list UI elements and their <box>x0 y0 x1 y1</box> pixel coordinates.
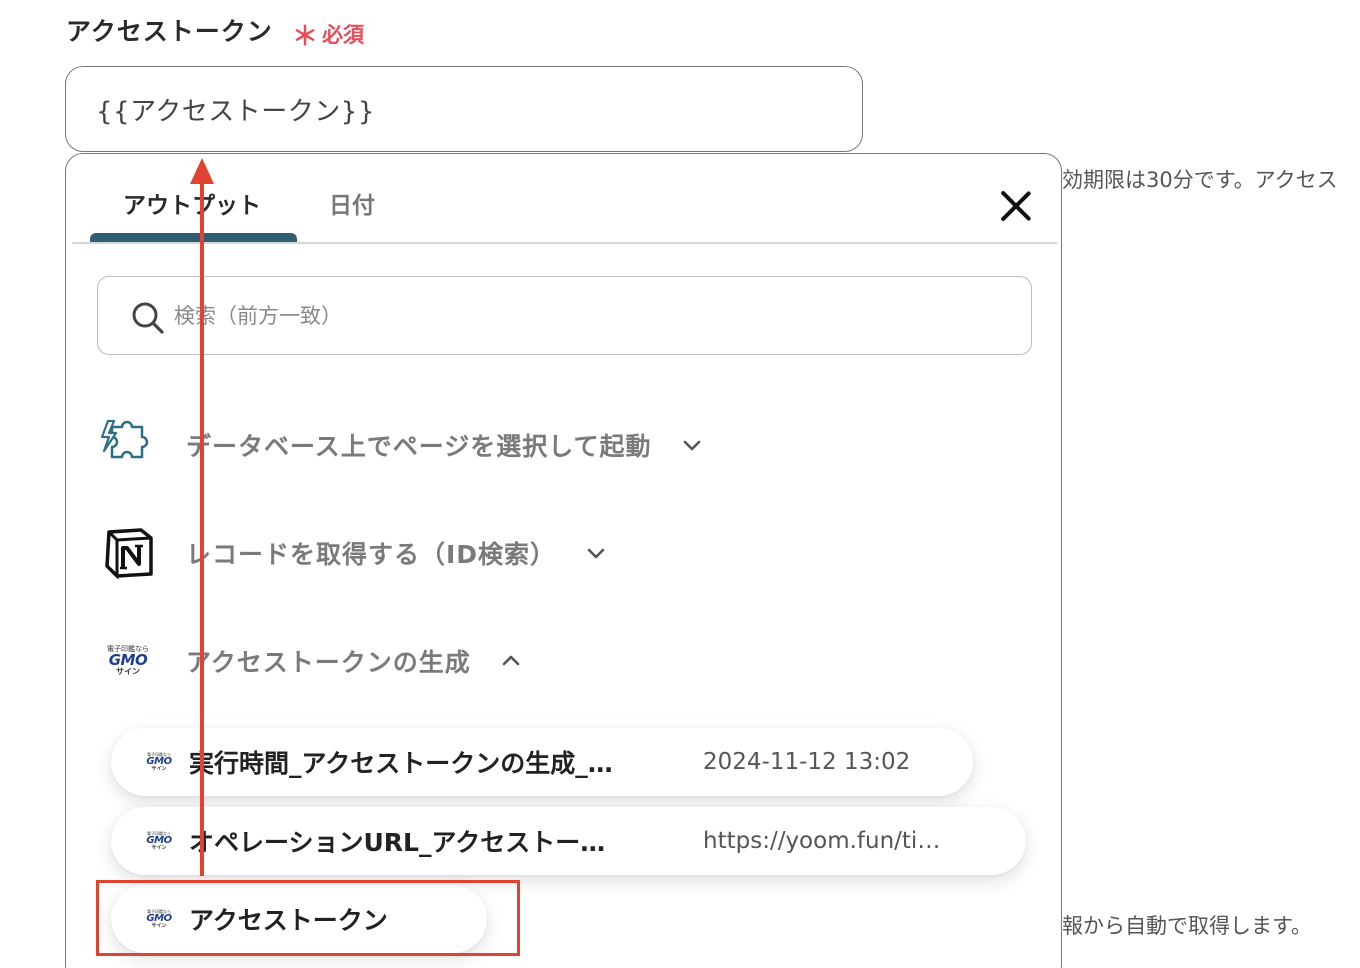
annotation-highlight-box <box>96 880 520 956</box>
field-label: アクセストークン <box>66 17 273 46</box>
gmo-sign-logo-icon: 電子印鑑なら GMO サイン <box>146 830 172 851</box>
tab-date[interactable]: 日付 <box>329 186 375 220</box>
group-generate-token[interactable]: 電子印鑑なら GMO サイン アクセストークンの生成 <box>96 629 523 693</box>
group-get-record[interactable]: レコードを取得する（ID検索） <box>96 521 608 585</box>
close-icon[interactable] <box>994 184 1038 228</box>
chevron-up-icon <box>502 655 520 666</box>
required-asterisk: ＊ <box>292 22 319 52</box>
access-token-input[interactable]: {{アクセストークン}} <box>65 66 863 152</box>
active-tab-indicator <box>90 233 297 242</box>
group-title: データベース上でページを選択して起動 <box>186 432 652 461</box>
tab-output[interactable]: アウトプット <box>123 186 261 220</box>
chevron-down-icon <box>683 440 700 451</box>
gmo-sign-logo-icon: 電子印鑑なら GMO サイン <box>146 751 172 772</box>
help-text-expiry: 効期限は30分です。アクセス <box>1062 168 1338 192</box>
item-value: https://yoom.fun/ti… <box>703 828 941 854</box>
item-value: 2024-11-12 13:02 <box>703 749 911 775</box>
annotation-arrow-shaft <box>200 180 204 876</box>
required-indicator: ＊必須 <box>292 16 364 53</box>
annotation-arrow-head <box>190 158 214 184</box>
chevron-down-icon <box>587 548 605 559</box>
help-text-auto: 報から自動で取得します。 <box>1062 914 1312 938</box>
search-input[interactable] <box>174 295 994 337</box>
output-item-operation-url[interactable]: 電子印鑑なら GMO サイン オペレーションURL_アクセストー… https://… <box>111 807 1026 875</box>
output-item-exec-time[interactable]: 電子印鑑なら GMO サイン 実行時間_アクセストークンの生成_… 2024-11-… <box>111 728 973 796</box>
output-picker-popover: アウトプット 日付 データベース上でページを選択して起動 <box>65 153 1062 968</box>
item-name: 実行時間_アクセストークンの生成_… <box>189 749 613 778</box>
required-text: 必須 <box>322 23 365 47</box>
group-title: レコードを取得する（ID検索） <box>186 540 557 569</box>
puzzle-bolt-icon <box>96 413 160 477</box>
gmo-sign-logo-icon: 電子印鑑なら GMO サイン <box>107 645 149 676</box>
tab-divider <box>72 242 1057 244</box>
notion-logo-icon <box>96 521 160 585</box>
group-database-trigger[interactable]: データベース上でページを選択して起動 <box>96 413 704 477</box>
search-box <box>97 276 1032 355</box>
group-title: アクセストークンの生成 <box>186 648 471 677</box>
search-icon <box>132 302 164 334</box>
item-name: オペレーションURL_アクセストー… <box>189 828 606 857</box>
